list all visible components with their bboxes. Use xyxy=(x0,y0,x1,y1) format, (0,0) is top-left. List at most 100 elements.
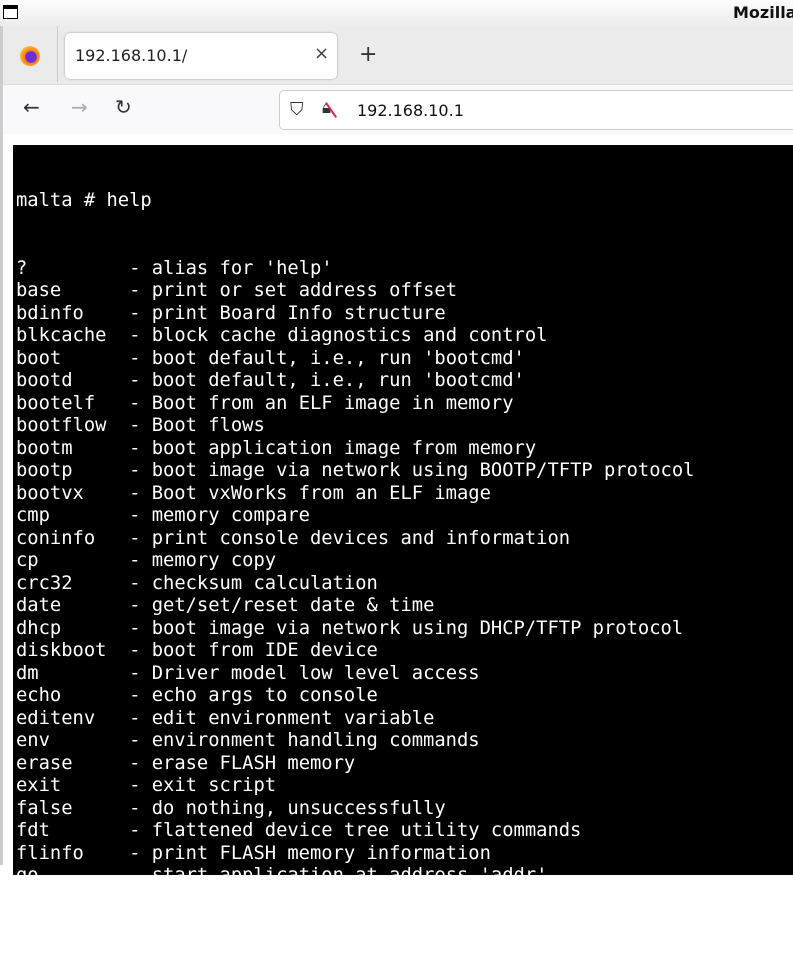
command-description: boot from IDE device xyxy=(152,640,378,661)
separator: - xyxy=(73,460,152,481)
separator: - xyxy=(50,820,152,841)
separator: - xyxy=(61,595,151,616)
help-line: bootd - boot default, i.e., run 'bootcmd… xyxy=(13,370,793,393)
command-name: base xyxy=(16,280,61,301)
command-description: block cache diagnostics and control xyxy=(152,325,548,346)
help-line: env - environment handling commands xyxy=(13,730,793,753)
command-name: bootp xyxy=(16,460,73,481)
terminal-output: malta # help ? - alias for 'help'base - … xyxy=(13,145,793,875)
command-name: crc32 xyxy=(16,573,73,594)
command-name: false xyxy=(16,798,73,819)
help-line: blkcache - block cache diagnostics and c… xyxy=(13,325,793,348)
separator: - xyxy=(61,888,151,909)
separator: - xyxy=(27,258,151,279)
separator: - xyxy=(61,348,151,369)
help-line: dhcp - boot image via network using DHCP… xyxy=(13,618,793,641)
help-line: cmp - memory compare xyxy=(13,505,793,528)
command-description: alias for 'help' xyxy=(152,258,333,279)
window-menu-icon[interactable] xyxy=(3,5,18,19)
tab-bar: 192.168.10.1/ × + xyxy=(0,26,793,84)
command-name: erase xyxy=(16,753,73,774)
command-description: edit environment variable xyxy=(152,708,435,729)
separator: - xyxy=(61,685,151,706)
command-name: ide xyxy=(16,910,50,931)
command-name: bootvx xyxy=(16,483,84,504)
command-description: memory compare xyxy=(152,505,310,526)
command-description: exit script xyxy=(152,775,276,796)
separator: - xyxy=(61,775,151,796)
help-line: cp - memory copy xyxy=(13,550,793,573)
help-line: fdt - flattened device tree utility comm… xyxy=(13,820,793,843)
separator: - xyxy=(61,280,151,301)
tab-title: 192.168.10.1/ xyxy=(75,46,187,65)
command-name: iminfo xyxy=(16,933,84,954)
separator: - xyxy=(84,303,152,324)
reload-button[interactable]: ↻ xyxy=(115,95,132,119)
separator: - xyxy=(39,550,152,571)
command-name: ? xyxy=(16,258,27,279)
command-description: memory copy xyxy=(152,550,276,571)
command-description: do nothing, unsuccessfully xyxy=(152,798,446,819)
url-text[interactable]: 192.168.10.1 xyxy=(357,101,464,120)
help-line: date - get/set/reset date & time xyxy=(13,595,793,618)
separator: - xyxy=(39,663,152,684)
command-description: get/set/reset date & time xyxy=(152,595,435,616)
tab-active[interactable]: 192.168.10.1/ × xyxy=(65,33,337,79)
separator: - xyxy=(95,393,152,414)
command-name: env xyxy=(16,730,50,751)
command-name: bdinfo xyxy=(16,303,84,324)
command-description: erase FLASH memory xyxy=(152,753,356,774)
command-description: Driver model low level access xyxy=(152,663,480,684)
firefox-icon xyxy=(20,46,40,66)
command-name: bootelf xyxy=(16,393,95,414)
command-description: boot default, i.e., run 'bootcmd' xyxy=(152,370,525,391)
command-description: environment handling commands xyxy=(152,730,480,751)
close-icon[interactable]: × xyxy=(314,43,329,64)
command-description: flattened device tree utility commands xyxy=(152,820,582,841)
window-title: Mozilla xyxy=(733,3,793,22)
help-line: dm - Driver model low level access xyxy=(13,663,793,686)
shield-icon[interactable]: ⛉ xyxy=(290,99,304,120)
help-line: help - print command description/usage xyxy=(13,888,793,911)
help-line: flinfo - print FLASH memory information xyxy=(13,843,793,866)
command-name: date xyxy=(16,595,61,616)
separator: - xyxy=(95,528,152,549)
help-line: ide - IDE sub-system xyxy=(13,910,793,933)
separator: - xyxy=(61,618,151,639)
command-name: dm xyxy=(16,663,39,684)
terminal-prompt: malta # help xyxy=(13,190,793,213)
command-name: editenv xyxy=(16,708,95,729)
help-line: editenv - edit environment variable xyxy=(13,708,793,731)
command-description: Boot vxWorks from an ELF image xyxy=(152,483,491,504)
help-line: crc32 - checksum calculation xyxy=(13,573,793,596)
command-name: bootm xyxy=(16,438,73,459)
command-name: boot xyxy=(16,348,61,369)
command-name: dhcp xyxy=(16,618,61,639)
help-line: bootflow - Boot flows xyxy=(13,415,793,438)
help-line: bootelf - Boot from an ELF image in memo… xyxy=(13,393,793,416)
separator: - xyxy=(84,933,152,954)
help-line: base - print or set address offset xyxy=(13,280,793,303)
command-name: exit xyxy=(16,775,61,796)
help-line: boot - boot default, i.e., run 'bootcmd' xyxy=(13,348,793,371)
help-line: bdinfo - print Board Info structure xyxy=(13,303,793,326)
help-line: erase - erase FLASH memory xyxy=(13,753,793,776)
help-line: bootm - boot application image from memo… xyxy=(13,438,793,461)
command-name: cmp xyxy=(16,505,50,526)
separator: - xyxy=(106,640,151,661)
separator: - xyxy=(73,798,152,819)
new-tab-button[interactable]: + xyxy=(359,42,377,67)
separator: - xyxy=(50,505,152,526)
command-description: boot image via network using DHCP/TFTP p… xyxy=(152,618,683,639)
separator: - xyxy=(73,370,152,391)
separator: - xyxy=(106,415,151,436)
back-button[interactable]: ← xyxy=(23,95,40,119)
command-name: cp xyxy=(16,550,39,571)
command-name: flinfo xyxy=(16,843,84,864)
help-line: echo - echo args to console xyxy=(13,685,793,708)
help-line: diskboot - boot from IDE device xyxy=(13,640,793,663)
url-bar[interactable]: ⛉ 🔒︎ 192.168.10.1 xyxy=(279,90,793,130)
forward-button[interactable]: → xyxy=(71,95,88,119)
command-description: Boot from an ELF image in memory xyxy=(152,393,514,414)
page-content: malta # help ? - alias for 'help'base - … xyxy=(0,134,793,865)
